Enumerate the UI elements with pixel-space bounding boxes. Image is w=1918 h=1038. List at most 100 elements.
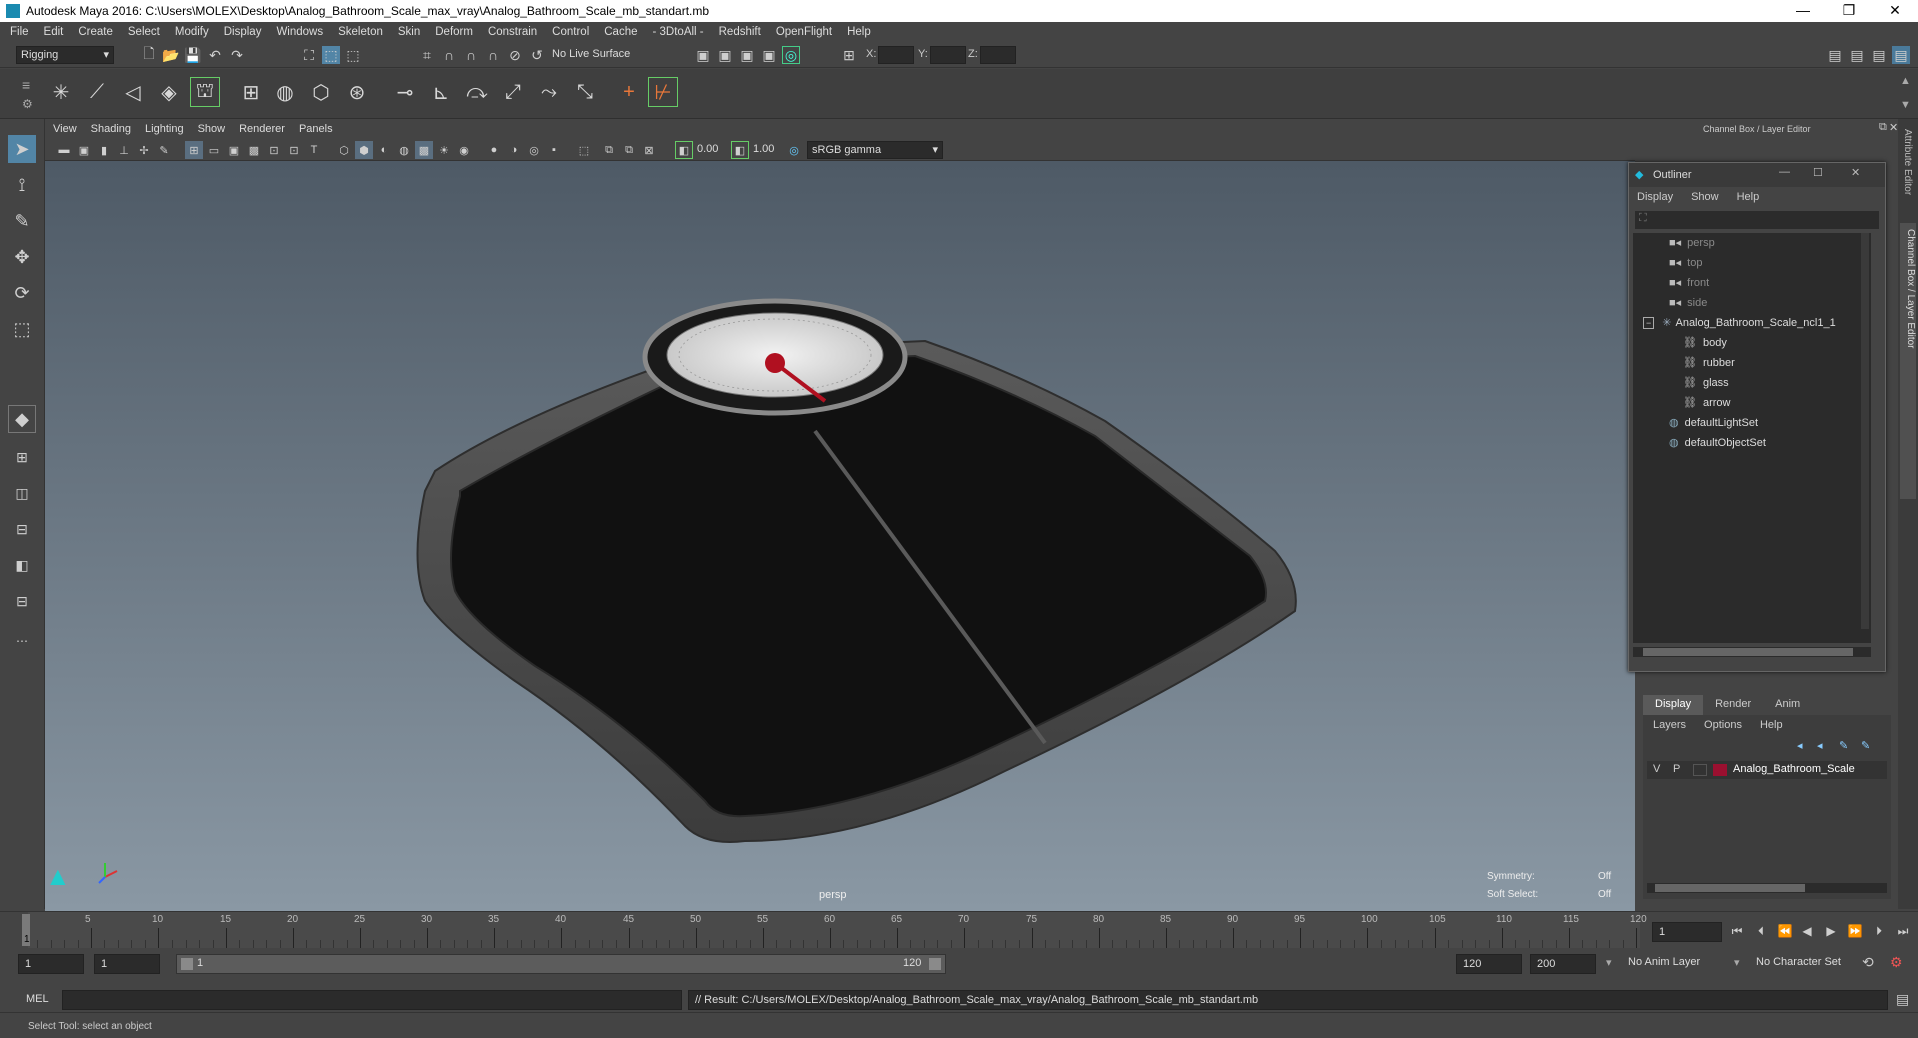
camera-attributes-icon[interactable]: ▣ — [75, 141, 93, 159]
undo-icon[interactable]: ↶ — [206, 46, 224, 64]
playback-start-field[interactable]: 1 — [94, 954, 160, 974]
attribute-editor-tab[interactable]: Attribute Editor — [1902, 129, 1913, 195]
shelf-settings-icon[interactable]: ⚙ — [22, 97, 33, 111]
outliner-item-default-light-set[interactable]: ◍ defaultLightSet — [1669, 413, 1758, 433]
hypershade-icon[interactable]: ▣ — [760, 46, 778, 64]
outliner-item-top[interactable]: ■◂ top — [1669, 253, 1702, 273]
new-layer-icon[interactable]: ✎ — [1839, 739, 1848, 752]
current-frame-field[interactable]: 1 — [1652, 922, 1722, 942]
menu-skeleton[interactable]: Skeleton — [338, 26, 383, 38]
playback-end-field[interactable]: 120 — [1456, 954, 1522, 974]
locator-icon[interactable]: + — [614, 77, 644, 107]
animation-start-field[interactable]: 1 — [18, 954, 84, 974]
layer-reference-toggle[interactable] — [1693, 764, 1707, 776]
range-end-handle[interactable] — [929, 958, 941, 970]
bind-skin-icon[interactable]: ⛫ — [190, 77, 220, 107]
layout-more-icon[interactable]: ⋯ — [8, 627, 36, 655]
layer-color-swatch[interactable] — [1713, 764, 1727, 776]
modeling-toolkit-icon[interactable]: ▤ — [1826, 46, 1844, 64]
menu-skin[interactable]: Skin — [398, 26, 420, 38]
outliner-search-input[interactable]: ⛶ — [1635, 211, 1879, 229]
outliner-item-front[interactable]: ■◂ front — [1669, 273, 1709, 293]
use-all-lights-icon[interactable]: ☀ — [435, 141, 453, 159]
command-input[interactable] — [62, 990, 682, 1010]
blend-shape-icon[interactable]: ⊛ — [342, 77, 372, 107]
lattice-icon[interactable]: ⊞ — [236, 77, 266, 107]
collapse-icon[interactable]: − — [1643, 317, 1655, 329]
perspective-viewport[interactable]: ▲ persp Symmetry: Off Soft Select: Off — [45, 161, 1635, 911]
close-icon[interactable]: ✕ — [1889, 121, 1898, 134]
step-forward-frame-icon[interactable]: ⏵ — [1870, 922, 1888, 940]
lasso-tool-icon[interactable]: ⟟ — [8, 171, 36, 199]
outliner-minimize-icon[interactable]: — — [1779, 166, 1790, 178]
shelf-scroll-up-icon[interactable]: ▲ — [1900, 75, 1911, 87]
attribute-editor-toggle-icon[interactable]: ▤ — [1848, 46, 1866, 64]
rotate-tool-icon[interactable]: ⟳ — [8, 279, 36, 307]
menu-3dtoall[interactable]: - 3DtoAll - — [653, 26, 704, 38]
ambient-occlusion-icon[interactable]: ● — [485, 141, 503, 159]
panel-menu-shading[interactable]: Shading — [91, 123, 131, 135]
snap-surface-icon[interactable]: ⊘ — [506, 46, 524, 64]
persp-outliner-layout-icon[interactable]: ◧ — [8, 551, 36, 579]
anim-layer-selector[interactable]: No Anim Layer — [1628, 956, 1700, 968]
snap-grid-icon[interactable]: ⌗ — [418, 46, 436, 64]
float-icon[interactable]: ⧉ — [1879, 121, 1887, 134]
outliner-item-rubber[interactable]: ⛓ rubber — [1683, 353, 1735, 373]
outliner-item-persp[interactable]: ■◂ persp — [1669, 233, 1715, 253]
outliner-menu-help[interactable]: Help — [1737, 191, 1760, 203]
gamma-value[interactable]: 1.00 — [753, 143, 774, 155]
persp-graph-layout-icon[interactable]: ⊟ — [8, 515, 36, 543]
select-component-icon[interactable]: ⬚ — [344, 46, 362, 64]
new-layer-selected-icon[interactable]: ✎ — [1861, 739, 1870, 752]
menu-openflight[interactable]: OpenFlight — [776, 26, 832, 38]
script-language-label[interactable]: MEL — [26, 993, 49, 1005]
orient-constraint-icon[interactable]: ⤼ — [462, 77, 492, 107]
redo-icon[interactable]: ↷ — [228, 46, 246, 64]
outliner-menu-display[interactable]: Display — [1637, 191, 1673, 203]
go-to-end-icon[interactable]: ⏭ — [1894, 922, 1912, 940]
outliner-menu-show[interactable]: Show — [1691, 191, 1719, 203]
outliner-horizontal-scrollbar[interactable] — [1633, 647, 1871, 657]
snap-live-icon[interactable]: ↺ — [528, 46, 546, 64]
menu-create[interactable]: Create — [78, 26, 113, 38]
play-backward-icon[interactable]: ◀ — [1798, 922, 1816, 940]
step-forward-key-icon[interactable]: ⏩ — [1846, 922, 1864, 940]
smooth-shade-icon[interactable]: ⬢ — [355, 141, 373, 159]
menu-cache[interactable]: Cache — [604, 26, 637, 38]
layer-visibility-toggle[interactable]: V — [1653, 763, 1660, 775]
wireframe-on-shaded-icon[interactable]: ◍ — [395, 141, 413, 159]
point-constraint-icon[interactable]: ⊸ — [390, 77, 420, 107]
menu-edit[interactable]: Edit — [44, 26, 64, 38]
panel-menu-lighting[interactable]: Lighting — [145, 123, 184, 135]
panel-menu-show[interactable]: Show — [198, 123, 226, 135]
camera-icon[interactable]: ▬ — [55, 141, 73, 159]
exposure-icon[interactable]: ◧ — [675, 141, 693, 159]
move-layer-up-icon[interactable]: ◂ — [1797, 739, 1803, 752]
default-material-icon[interactable]: ◐ — [375, 141, 393, 159]
scale-tool-icon[interactable]: ⬚ — [8, 315, 36, 343]
layer-menu-options[interactable]: Options — [1704, 719, 1742, 731]
chevron-down-icon[interactable]: ▾ — [1734, 956, 1740, 969]
tab-anim[interactable]: Anim — [1763, 695, 1812, 715]
animation-end-field[interactable]: 200 — [1530, 954, 1596, 974]
menu-constrain[interactable]: Constrain — [488, 26, 537, 38]
menu-deform[interactable]: Deform — [435, 26, 473, 38]
step-back-key-icon[interactable]: ⏪ — [1776, 922, 1794, 940]
channel-box-toggle-icon[interactable]: ▤ — [1892, 46, 1910, 64]
layer-scrollbar[interactable] — [1647, 883, 1887, 893]
menu-file[interactable]: File — [10, 26, 29, 38]
menu-windows[interactable]: Windows — [276, 26, 323, 38]
transform-input-icon[interactable]: ⊞ — [840, 46, 858, 64]
shelf-menu-icon[interactable]: ≡ — [22, 77, 30, 93]
outliner-vertical-scrollbar[interactable] — [1861, 233, 1869, 629]
range-start-handle[interactable] — [181, 958, 193, 970]
outliner-graph-layout-icon[interactable]: ⊟ — [8, 587, 36, 615]
x-input[interactable] — [878, 46, 914, 64]
script-editor-icon[interactable]: ▤ — [1896, 991, 1909, 1008]
go-to-start-icon[interactable]: ⏮ — [1728, 922, 1746, 940]
menu-help[interactable]: Help — [847, 26, 871, 38]
tab-render[interactable]: Render — [1703, 695, 1763, 715]
wrap-icon[interactable]: ⬡ — [306, 77, 336, 107]
open-scene-icon[interactable]: 📂 — [162, 46, 180, 64]
time-ruler[interactable]: 5 10 15 20 25 30 35 40 45 50 55 60 65 70 75 80 85 90 95 100… — [28, 912, 1647, 948]
